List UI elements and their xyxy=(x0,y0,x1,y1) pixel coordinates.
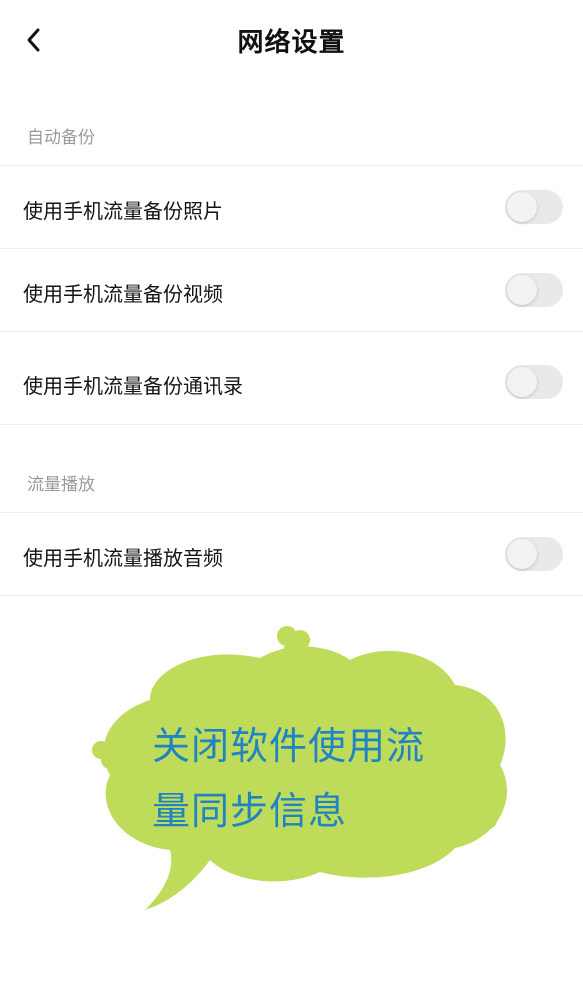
network-settings-page: 网络设置 自动备份 使用手机流量备份照片 使用手机流量备份视频 使用手机流量备份… xyxy=(0,0,583,1000)
toggle-backup-videos[interactable] xyxy=(505,273,563,307)
divider xyxy=(0,424,583,425)
toggle-backup-photos[interactable] xyxy=(505,190,563,224)
page-title: 网络设置 xyxy=(237,28,346,58)
section-header-data-playback: 流量播放 xyxy=(27,475,95,495)
annotation-bubble: 关闭软件使用流 量同步信息 xyxy=(0,600,583,930)
toggle-knob xyxy=(507,367,537,397)
setting-label: 使用手机流量备份视频 xyxy=(23,282,223,306)
toggle-backup-contacts[interactable] xyxy=(505,365,563,399)
setting-label: 使用手机流量备份通讯录 xyxy=(23,374,243,398)
section-header-auto-backup: 自动备份 xyxy=(27,128,95,148)
toggle-knob xyxy=(507,192,537,222)
setting-row-backup-photos: 使用手机流量备份照片 xyxy=(0,166,583,248)
setting-label: 使用手机流量播放音频 xyxy=(23,546,223,570)
setting-row-backup-videos: 使用手机流量备份视频 xyxy=(0,249,583,331)
annotation-text-line-1: 关闭软件使用流 xyxy=(152,724,426,768)
toggle-knob xyxy=(507,275,537,305)
setting-row-backup-contacts: 使用手机流量备份通讯录 xyxy=(0,332,583,424)
toggle-knob xyxy=(507,539,537,569)
setting-row-play-audio: 使用手机流量播放音频 xyxy=(0,513,583,595)
setting-label: 使用手机流量备份照片 xyxy=(23,199,223,223)
annotation-text-line-2: 量同步信息 xyxy=(152,789,348,833)
nav-bar: 网络设置 xyxy=(0,0,583,80)
divider xyxy=(0,595,583,596)
toggle-play-audio[interactable] xyxy=(505,537,563,571)
